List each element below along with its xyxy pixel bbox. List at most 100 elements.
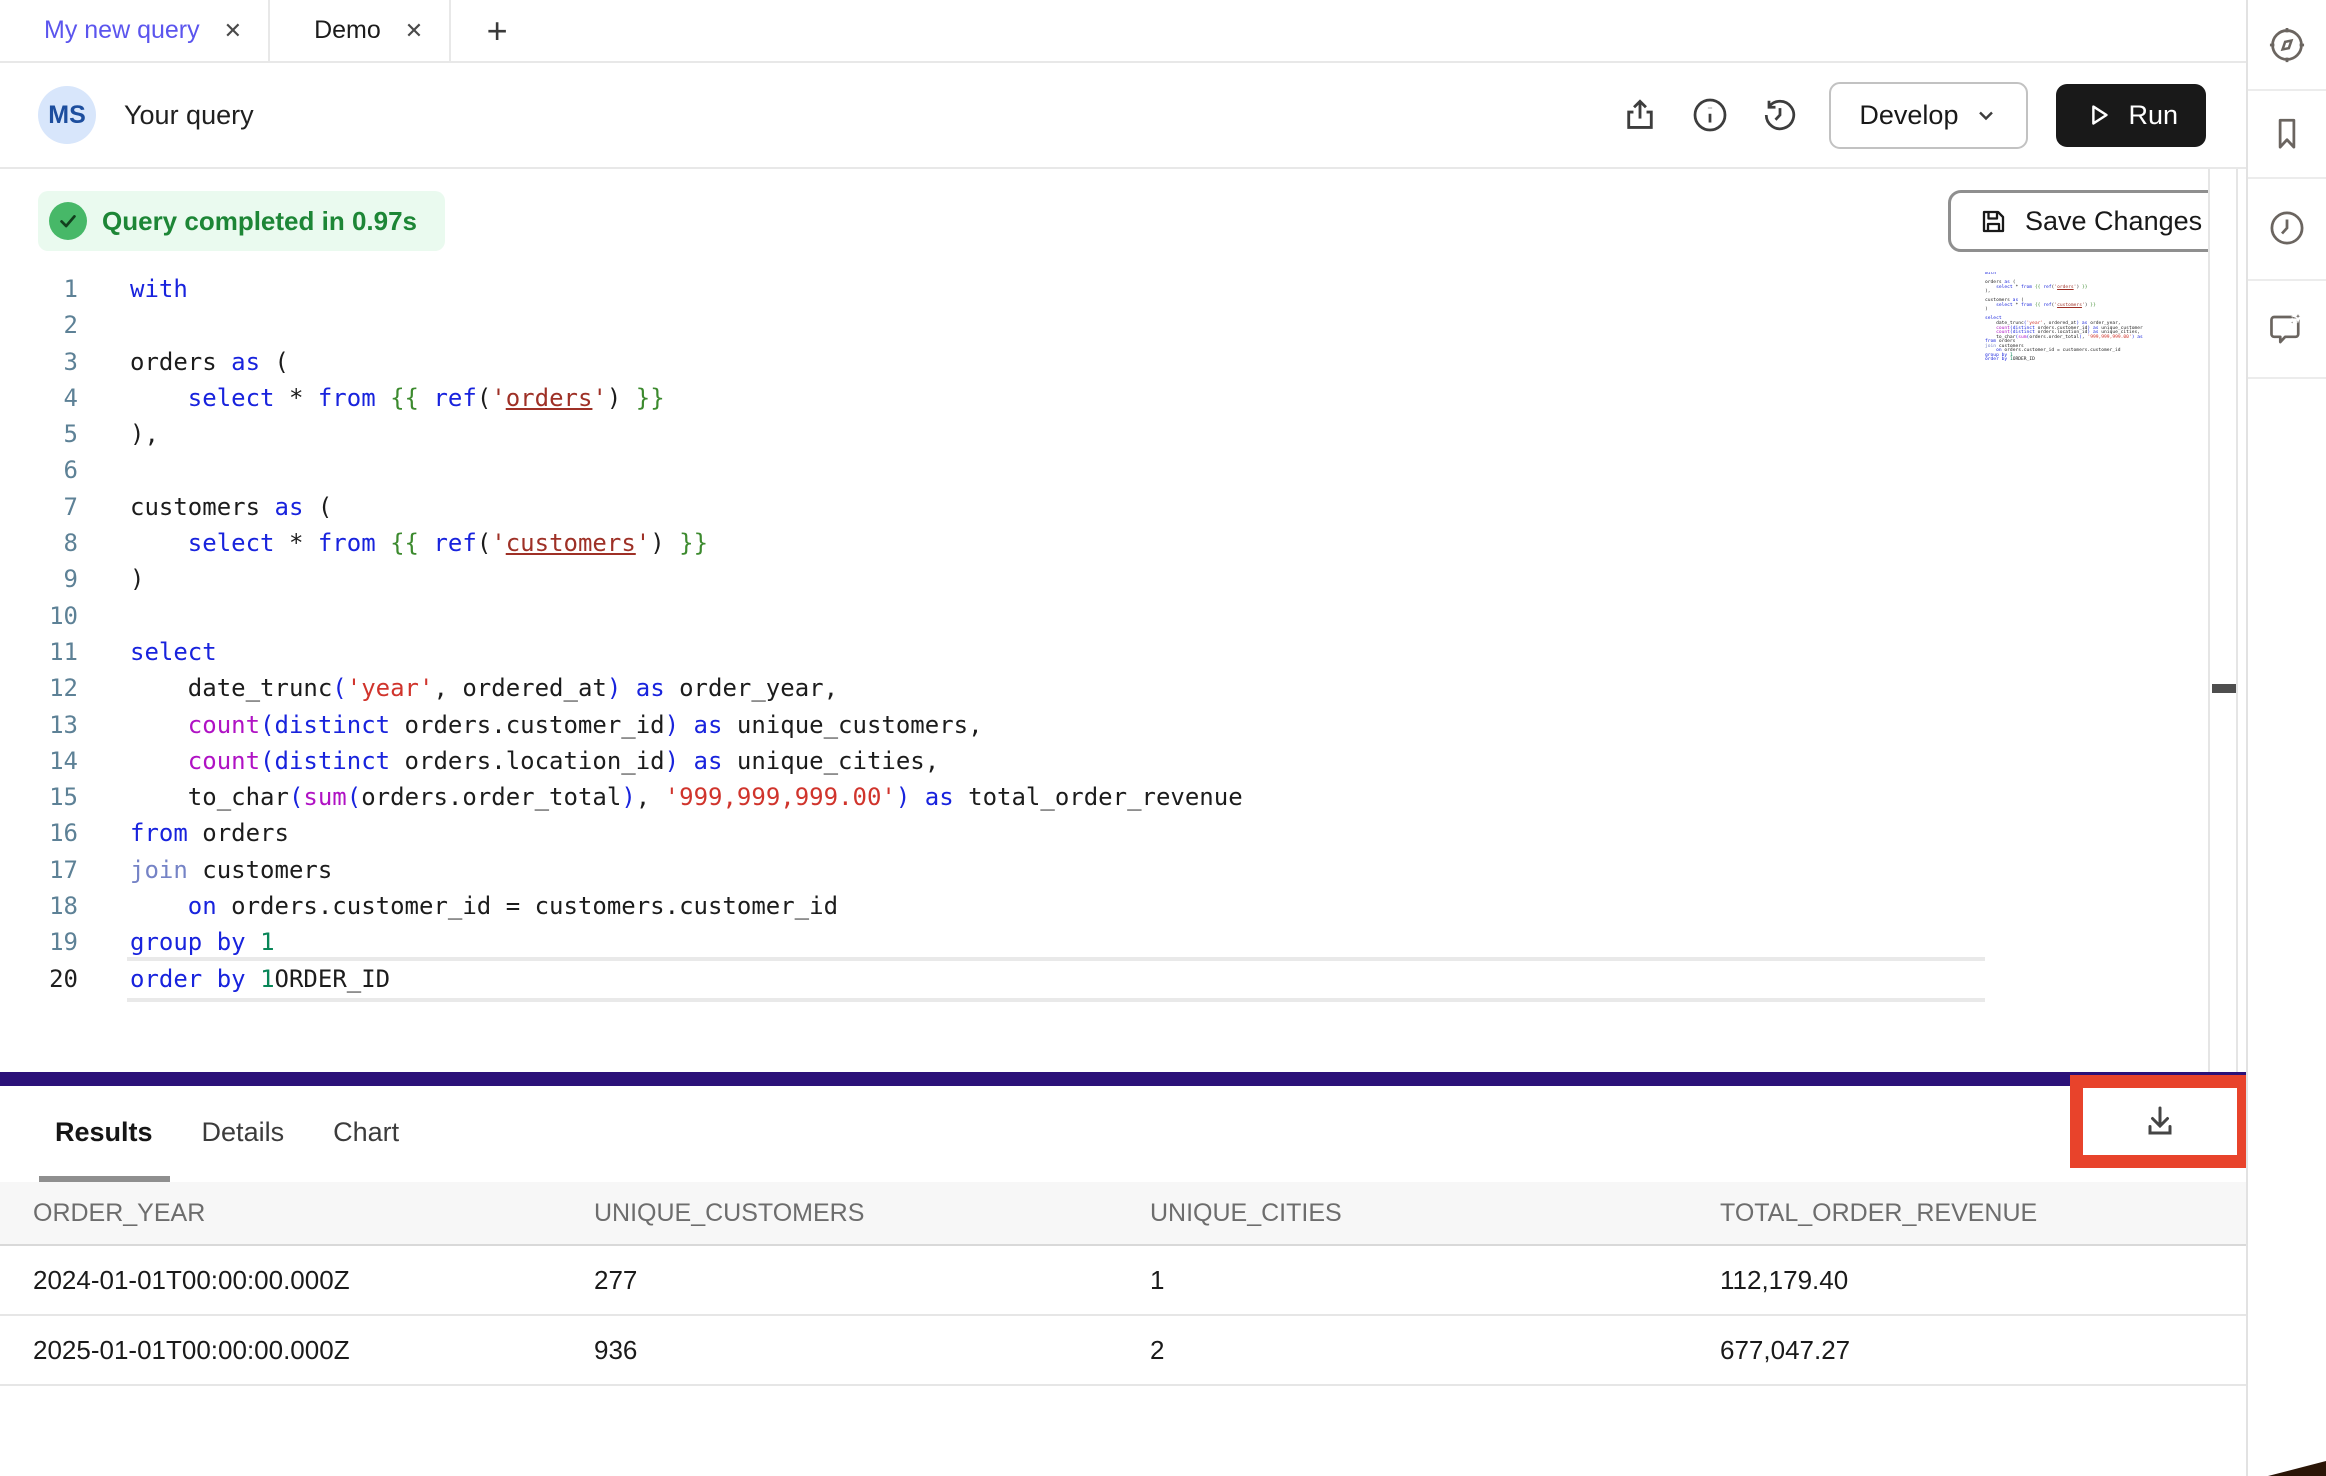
code-token: ref [433, 529, 476, 557]
code-token: orders [2057, 285, 2074, 290]
code-line[interactable] [130, 452, 1980, 488]
code-line[interactable] [130, 598, 1980, 634]
close-icon[interactable]: ✕ [405, 18, 423, 44]
table-cell: 936 [561, 1335, 1117, 1366]
toolbar-actions: Develop Run [1619, 82, 2246, 149]
panel-resize-divider[interactable] [0, 1072, 2246, 1086]
code-line[interactable]: ), [130, 416, 1980, 452]
code-token: ( [477, 529, 491, 557]
line-number: 6 [0, 452, 78, 488]
code-token: ) [665, 711, 679, 739]
scrollbar-thumb[interactable] [2212, 684, 2236, 693]
history-icon[interactable] [1759, 94, 1801, 136]
results-table-body: 2024-01-01T00:00:00.000Z2771112,179.4020… [0, 1246, 2246, 1386]
code-line[interactable]: from orders [130, 815, 1980, 851]
tab-demo[interactable]: Demo ✕ [270, 0, 451, 61]
tab-chart[interactable]: Chart [333, 1117, 399, 1148]
code-token: ) [621, 783, 635, 811]
run-button[interactable]: Run [2056, 84, 2206, 147]
code-token: on [188, 892, 217, 920]
line-number: 7 [0, 489, 78, 525]
code-token [246, 965, 260, 993]
code-token: orders.customer_id = customers.customer_… [217, 892, 838, 920]
bookmark-icon[interactable] [2248, 99, 2326, 169]
code-token: count [188, 711, 260, 739]
code-line[interactable]: select [130, 634, 1980, 670]
line-number: 5 [0, 416, 78, 452]
rail-divider [2248, 177, 2326, 179]
table-cell: 677,047.27 [1687, 1335, 2246, 1366]
code-line[interactable]: orders as ( [130, 344, 1980, 380]
code-token: order_year, [665, 674, 838, 702]
code-token: ( [260, 747, 274, 775]
tab-results[interactable]: Results [55, 1117, 153, 1148]
code-line[interactable]: join customers [130, 852, 1980, 888]
code-token: ( [260, 711, 274, 739]
compass-icon[interactable] [2248, 10, 2326, 80]
tab-label: Demo [314, 16, 381, 45]
column-header: UNIQUE_CUSTOMERS [561, 1199, 1117, 1228]
code-token: ) [896, 783, 910, 811]
code-token: as [636, 674, 665, 702]
line-number: 19 [0, 924, 78, 960]
line-number: 3 [0, 344, 78, 380]
rail-divider [2248, 89, 2326, 91]
table-cell: 2024-01-01T00:00:00.000Z [0, 1265, 561, 1296]
table-cell: 2 [1117, 1335, 1687, 1366]
code-token: orders [506, 384, 593, 412]
code-token [679, 711, 693, 739]
share-icon[interactable] [1619, 94, 1661, 136]
info-icon[interactable] [1689, 94, 1731, 136]
save-changes-button[interactable]: Save Changes [1948, 190, 2231, 252]
develop-dropdown[interactable]: Develop [1829, 82, 2028, 149]
code-token [202, 928, 216, 956]
code-line[interactable]: customers as ( [130, 489, 1980, 525]
code-line[interactable]: count(distinct orders.location_id) as un… [130, 743, 1980, 779]
code-token [246, 928, 260, 956]
save-icon [1977, 205, 2009, 237]
code-line[interactable] [130, 307, 1980, 343]
code-line[interactable]: select * from {{ ref('customers') }} [130, 525, 1980, 561]
code-token: ( [289, 783, 303, 811]
code-token: }} [2082, 285, 2088, 290]
close-icon[interactable]: ✕ [224, 18, 242, 44]
line-number: 1 [0, 271, 78, 307]
new-tab-button[interactable]: + [451, 0, 543, 61]
line-number: 8 [0, 525, 78, 561]
code-line[interactable]: to_char(sum(orders.order_total), '999,99… [130, 779, 1980, 815]
code-token: customers [130, 493, 275, 521]
code-line[interactable]: select * from {{ ref('orders') }} [130, 380, 1980, 416]
code-line[interactable]: group by 1 [130, 924, 1980, 960]
code-token: ' [491, 529, 505, 557]
code-token: }} [679, 529, 708, 557]
code-token: ' [491, 384, 505, 412]
code-token [376, 529, 390, 557]
code-line[interactable]: with [130, 271, 1980, 307]
code-token: , ordered_at [433, 674, 606, 702]
ai-chat-sparkle-icon[interactable] [2248, 293, 2326, 363]
code-line[interactable]: date_trunc('year', ordered_at) as order_… [130, 670, 1980, 706]
avatar[interactable]: MS [38, 86, 96, 144]
code-line[interactable]: order by 1ORDER_ID [130, 961, 1980, 997]
code-token [419, 384, 433, 412]
line-number-gutter: 1234567891011121314151617181920 [0, 271, 78, 997]
tab-label: My new query [44, 16, 200, 45]
sql-code-editor[interactable]: with orders as ( select * from {{ ref('o… [130, 271, 1980, 997]
download-results-button[interactable] [2130, 1092, 2190, 1152]
right-sidebar-rail [2246, 0, 2326, 1476]
tab-details[interactable]: Details [202, 1117, 285, 1148]
editor-minimap[interactable]: with orders as ( select * from {{ ref('o… [1985, 272, 2143, 362]
code-token: group [130, 928, 202, 956]
code-token: select [188, 384, 275, 412]
line-number: 12 [0, 670, 78, 706]
code-token: by [217, 965, 246, 993]
code-token [130, 384, 188, 412]
code-line[interactable]: on orders.customer_id = customers.custom… [130, 888, 1980, 924]
code-token: orders.order_total [2029, 335, 2079, 340]
rail-divider [2248, 377, 2326, 379]
code-line[interactable]: count(distinct orders.customer_id) as un… [130, 707, 1980, 743]
code-line[interactable]: ) [130, 561, 1980, 597]
code-token: ( [332, 674, 346, 702]
history-clock-icon[interactable] [2248, 193, 2326, 263]
tab-my-new-query[interactable]: My new query ✕ [0, 0, 270, 61]
